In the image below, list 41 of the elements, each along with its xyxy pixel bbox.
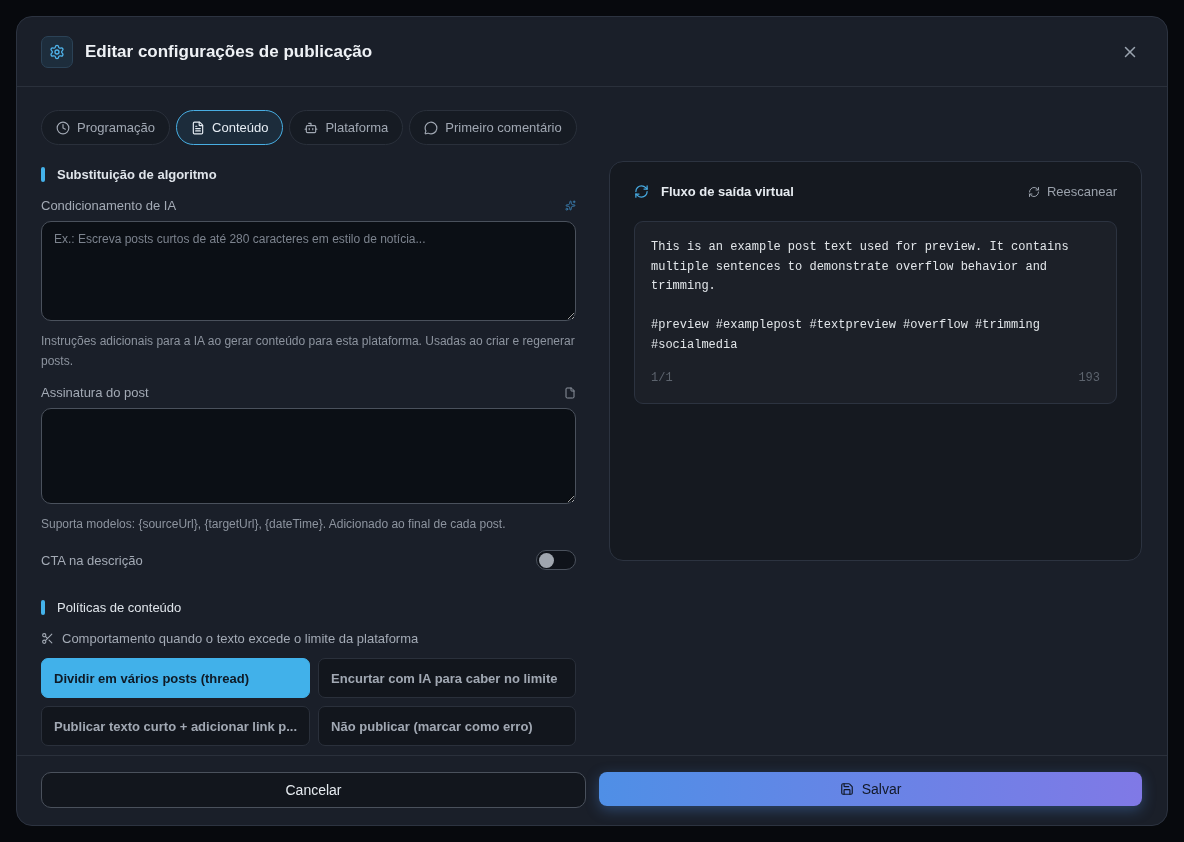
scissors-icon xyxy=(41,632,54,645)
policy-option[interactable]: Dividir em vários posts (thread) xyxy=(41,658,311,698)
robot-icon xyxy=(304,120,319,135)
policy-option[interactable]: Não publicar (marcar como erro) xyxy=(318,706,576,746)
toggle-label: CTA na descrição xyxy=(41,552,143,568)
ai-conditioning-field[interactable]: Ex.: Escreva posts curtos de até 280 caracteres em estilo de notícia... xyxy=(41,221,576,321)
tab[interactable]: Primeiro comentário xyxy=(409,110,577,145)
sparkle-icon xyxy=(565,200,576,211)
help-text: Instruções adicionais para a IA ao gerar conteúdo para esta plataforma. Usadas ao criar e regenerar posts. xyxy=(41,333,576,370)
rescan-button[interactable]: Reescanear xyxy=(1027,184,1117,199)
speech-bubble-icon xyxy=(424,120,439,135)
hashtags: #preview #examplepost #textpreview #overflow #trimming #socialmedia xyxy=(651,317,1041,354)
post-text: This is an example post text used for preview. It contains multiple sentences to demonstrate overflow behavior and trimming. xyxy=(651,239,1070,295)
tab[interactable]: Plataforma xyxy=(289,110,404,145)
section-heading: Substituição de algoritmo xyxy=(57,167,217,182)
field-label: Assinatura do post xyxy=(41,385,149,400)
cta-toggle[interactable] xyxy=(536,550,576,570)
character-count: 193 xyxy=(1078,370,1100,387)
refresh-icon xyxy=(1027,185,1040,198)
refresh-icon xyxy=(634,184,649,199)
section-heading: Políticas de conteúdo xyxy=(57,600,182,615)
cancel-button[interactable]: Cancelar xyxy=(41,772,586,808)
tab[interactable]: Programação xyxy=(41,110,171,145)
page-indicator: 1/1 xyxy=(651,370,673,387)
save-icon xyxy=(839,782,854,796)
help-text: Suporta modelos: {sourceUrl}, {targetUrl}, {dateTime}. Adicionado ao final de cada post. xyxy=(41,516,507,533)
policy-option[interactable]: Encurtar com IA para caber no limite xyxy=(318,658,576,698)
signature-field[interactable] xyxy=(41,408,576,504)
document-icon xyxy=(191,120,206,135)
accent-bar xyxy=(41,600,45,615)
preview-title: Fluxo de saída virtual xyxy=(661,184,795,199)
document-icon xyxy=(564,386,576,399)
settings-icon xyxy=(41,35,73,68)
policy-option[interactable]: Publicar texto curto + adicionar link p... xyxy=(41,706,311,746)
save-button[interactable]: Salvar xyxy=(599,772,1142,806)
option-group-label: Comportamento quando o texto excede o limite da plataforma xyxy=(62,631,419,646)
accent-bar xyxy=(41,167,45,182)
field-label: Condicionamento de IA xyxy=(41,198,177,213)
dialog-title: Editar configurações de publicação xyxy=(85,41,374,62)
tab[interactable]: Conteúdo xyxy=(176,110,284,145)
clock-icon xyxy=(56,120,70,135)
